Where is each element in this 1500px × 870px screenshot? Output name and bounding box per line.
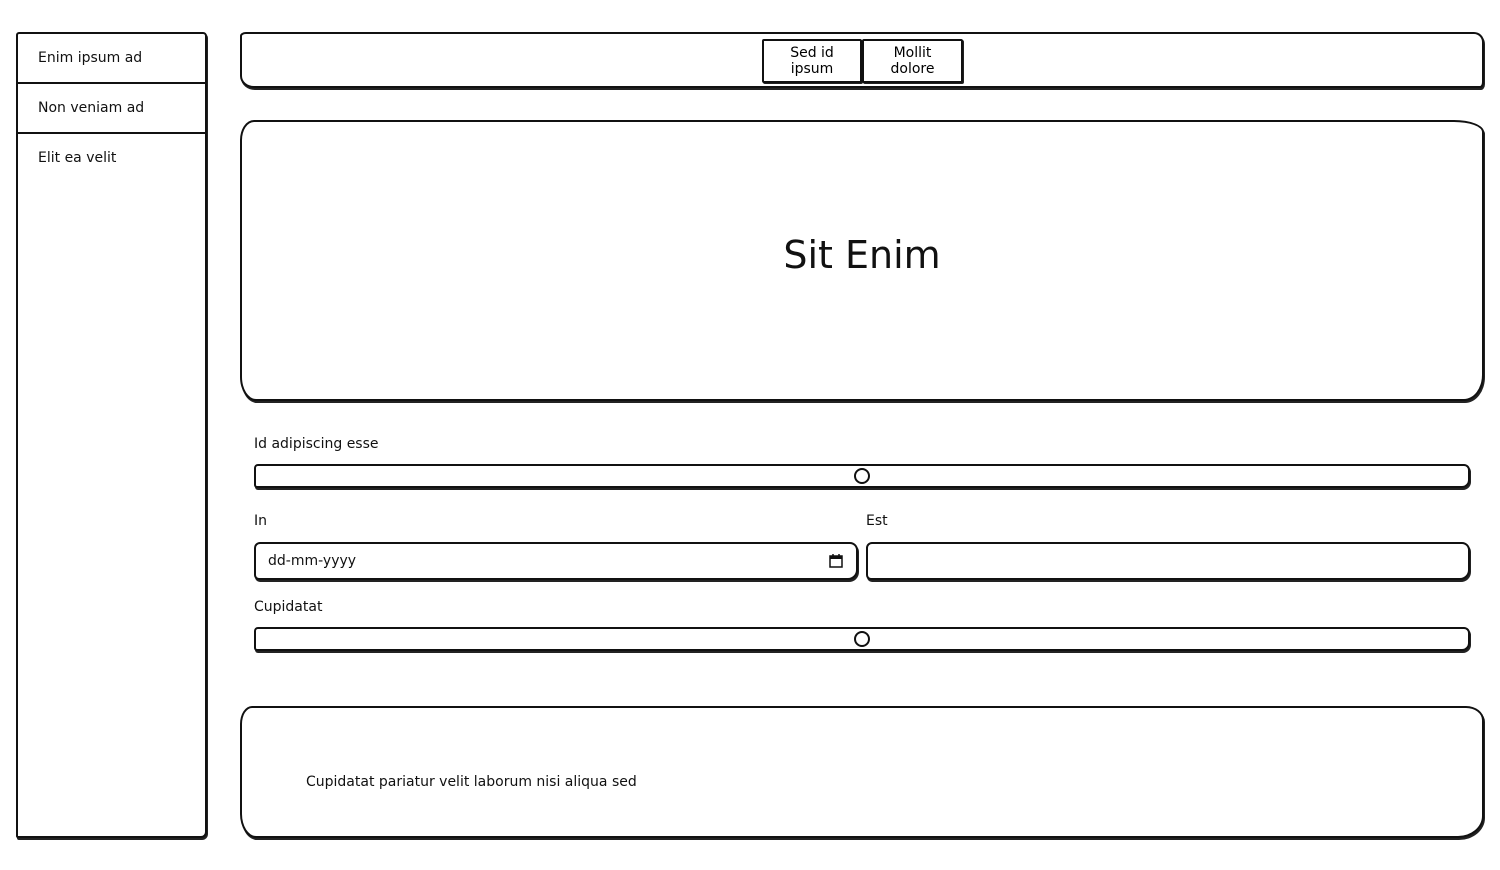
slider-thumb[interactable]: [854, 468, 870, 484]
date-input[interactable]: dd-mm-yyyy: [254, 542, 858, 580]
sidebar-item-label: Enim ipsum ad: [38, 50, 143, 66]
top-navbar: Sed id ipsum Mollit dolore: [240, 32, 1484, 88]
sidebar: Enim ipsum ad Non veniam ad Elit ea veli…: [16, 32, 207, 838]
slider-label: Cupidatat: [254, 599, 323, 615]
slider-label: Id adipiscing esse: [254, 436, 379, 452]
hero-title: Sit Enim: [783, 232, 941, 277]
date-placeholder: dd-mm-yyyy: [268, 553, 357, 569]
date-field-label: In: [254, 513, 268, 529]
sidebar-item-elit-ea-velit[interactable]: Elit ea velit: [18, 134, 205, 184]
sidebar-item-label: Non veniam ad: [38, 100, 145, 116]
mollit-dolore-button[interactable]: Mollit dolore: [862, 39, 963, 83]
footer-card: Cupidatat pariatur velit laborum nisi al…: [240, 706, 1484, 838]
range-slider[interactable]: [254, 464, 1470, 488]
hero-panel: Sit Enim: [240, 120, 1484, 401]
text-field-label: Est: [866, 513, 888, 529]
slider-thumb[interactable]: [854, 631, 870, 647]
calendar-icon[interactable]: [828, 553, 844, 569]
sidebar-item-non-veniam-ad[interactable]: Non veniam ad: [18, 84, 205, 134]
sed-id-ipsum-button[interactable]: Sed id ipsum: [762, 39, 862, 83]
range-slider[interactable]: [254, 627, 1470, 651]
sidebar-item-enim-ipsum-ad[interactable]: Enim ipsum ad: [18, 34, 205, 84]
footer-card-text: Cupidatat pariatur velit laborum nisi al…: [306, 774, 637, 790]
est-input[interactable]: [866, 542, 1470, 580]
sidebar-item-label: Elit ea velit: [38, 150, 117, 166]
